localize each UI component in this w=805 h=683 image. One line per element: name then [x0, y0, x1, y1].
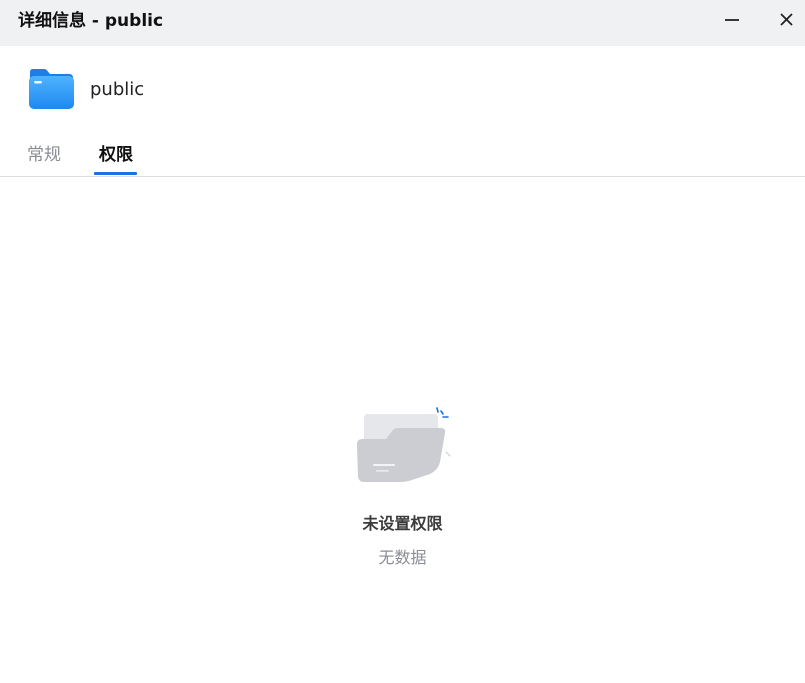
close-button[interactable]: [766, 3, 805, 43]
empty-state: 未设置权限 无数据: [0, 176, 805, 683]
active-tab-indicator: [94, 172, 137, 175]
file-header: public: [0, 46, 805, 126]
file-name: public: [90, 79, 145, 100]
tab-bar: 常规 权限: [0, 136, 805, 177]
minimize-icon: [725, 19, 739, 21]
empty-state-title: 未设置权限: [362, 514, 443, 533]
tab-general[interactable]: 常规: [27, 144, 61, 166]
minimize-button[interactable]: [712, 3, 752, 43]
window-title: 详细信息 - public: [18, 11, 164, 31]
close-icon: [780, 13, 793, 26]
empty-state-subtitle: 无数据: [378, 548, 427, 567]
tab-permissions[interactable]: 权限: [99, 144, 133, 166]
title-bar[interactable]: 详细信息 - public: [0, 0, 805, 46]
empty-folder-icon: [357, 407, 451, 482]
folder-icon: [29, 69, 74, 109]
details-window: 详细信息 - public public 常规 权限 未设置权限 无数据: [0, 0, 805, 683]
